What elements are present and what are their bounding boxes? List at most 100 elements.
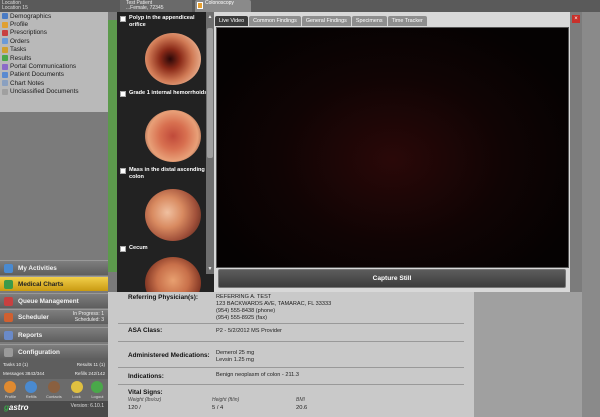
side-panel-tab[interactable] <box>108 20 117 272</box>
profile-button-label: Profile <box>4 394 17 399</box>
messages-value: 3843/344 <box>25 371 45 376</box>
divider <box>118 323 464 324</box>
chart-nav-item-portal[interactable]: Portal Communications <box>0 62 108 70</box>
chart-nav-label: Chart Notes <box>10 79 45 87</box>
nav-label: Reports <box>18 331 43 339</box>
document-icon <box>197 2 203 9</box>
lock-button[interactable]: Lock <box>70 381 83 399</box>
contacts-button-label: Contacts <box>45 394 62 399</box>
results-icon <box>2 55 8 62</box>
scrollbar-thumb[interactable] <box>207 28 213 158</box>
patient-tab[interactable]: Test Patient ...Female, 72345 <box>120 0 192 12</box>
vitals-label: Vital Signs: <box>128 389 163 396</box>
nav-queue-management[interactable]: Queue Management <box>0 293 108 308</box>
endoscopy-image[interactable] <box>145 189 201 241</box>
chart-nav-label: Orders <box>10 37 30 45</box>
profile-button[interactable]: Profile <box>4 381 17 399</box>
endoscopy-image[interactable] <box>145 33 201 85</box>
vitals-header: Weight (lbs/oz) Height (ft/in) BMI <box>118 397 464 404</box>
referring-label: Referring Physician(s): <box>128 294 198 301</box>
nav-configuration[interactable]: Configuration <box>0 344 108 359</box>
chart-nav-item-results[interactable]: Results <box>0 54 108 62</box>
notes-icon <box>2 80 8 87</box>
chart-nav-item-prescriptions[interactable]: Prescriptions <box>0 29 108 37</box>
refills-button[interactable]: Refills <box>25 381 38 399</box>
orders-icon <box>2 38 8 45</box>
image-title: Grade 1 internal hemorrhoids <box>129 90 208 96</box>
results-stat[interactable]: Results 11 (1) <box>77 362 105 367</box>
contacts-icon <box>47 381 60 393</box>
scheduler-counts: In Progress: 1 Scheduled: 3 <box>73 311 104 323</box>
calendar-icon <box>4 313 13 322</box>
tasks-value: 10 (1) <box>16 362 29 367</box>
refills-label: Refills <box>74 371 88 376</box>
chart-nav-item-unclassified[interactable]: Unclassified Documents <box>0 88 108 96</box>
location-area[interactable]: Location Location 15 <box>0 0 108 12</box>
chart-nav-list: Demographics Profile Prescriptions Order… <box>0 12 108 112</box>
chart-nav-label: Demographics <box>10 12 52 20</box>
right-panel-tab[interactable] <box>570 12 582 292</box>
vitals-header-height: Height (ft/in) <box>212 397 240 403</box>
divider <box>118 367 464 368</box>
stats-panel: Tasks 10 (1) Results 11 (1) Messages 384… <box>0 359 108 379</box>
chart-nav-label: Tasks <box>10 46 27 54</box>
gear-icon <box>4 348 13 357</box>
image-checkbox[interactable] <box>120 16 126 22</box>
image-checkbox[interactable] <box>120 168 126 174</box>
version-label: Version: 6.10.1 <box>70 403 104 409</box>
referring-fax: (954) 555-8925 (fax) <box>216 315 267 321</box>
procedure-tab[interactable]: Colonoscopy <box>195 0 251 12</box>
brand-bar: gastro Version: 6.10.1 <box>0 401 108 417</box>
lock-icon <box>70 381 83 393</box>
chart-nav-item-demographics[interactable]: Demographics <box>0 12 108 20</box>
refills-stat[interactable]: Refills 242/142 <box>75 371 105 376</box>
vitals-bmi: 20.6 <box>296 405 308 411</box>
logo-text: astro <box>8 403 29 412</box>
prescriptions-icon <box>2 29 8 36</box>
divider <box>118 341 464 342</box>
tab-general-findings[interactable]: General Findings <box>301 16 351 26</box>
referring-address: 123 BACKWARDS AVE, TAMARAC, FL 33333 <box>216 301 332 307</box>
vitals-header-bmi: BMI <box>296 397 305 403</box>
scheduler-scheduled: Scheduled: 3 <box>74 317 104 323</box>
logout-button-label: Logout <box>91 394 104 399</box>
tab-specimens[interactable]: Specimens <box>351 16 387 26</box>
endoscopy-image[interactable] <box>145 257 201 292</box>
nav-medical-charts[interactable]: Medical Charts <box>0 276 108 291</box>
tab-time-tracker[interactable]: Time Tracker <box>387 16 427 26</box>
indications-value: Benign neoplasm of colon - 211.3 <box>216 372 299 378</box>
chart-nav-item-chart-notes[interactable]: Chart Notes <box>0 79 108 87</box>
chart-nav-item-patient-documents[interactable]: Patient Documents <box>0 71 108 79</box>
live-video-feed[interactable] <box>216 27 569 268</box>
chart-nav-item-orders[interactable]: Orders <box>0 37 108 45</box>
charts-icon <box>4 280 13 289</box>
scroll-down-icon[interactable]: ▼ <box>207 266 213 272</box>
tasks-icon <box>2 46 8 53</box>
contacts-button[interactable]: Contacts <box>46 381 62 399</box>
meds-1: Demerol 25 mg <box>216 350 255 356</box>
chart-nav-item-tasks[interactable]: Tasks <box>0 46 108 54</box>
asa-value: P2 - 5/2/2012 MS Provider <box>216 328 282 334</box>
demographics-icon <box>2 13 8 20</box>
capture-still-button[interactable]: Capture Still <box>218 269 566 288</box>
chart-nav-item-profile[interactable]: Profile <box>0 20 108 28</box>
nav-reports[interactable]: Reports <box>0 327 108 342</box>
nav-my-activities[interactable]: My Activities <box>0 260 108 275</box>
chart-nav-label: Results <box>10 54 32 62</box>
nav-label: Configuration <box>18 348 60 356</box>
chart-nav-label: Patient Documents <box>10 71 64 79</box>
image-checkbox[interactable] <box>120 246 126 252</box>
messages-stat[interactable]: Messages 3843/344 <box>3 371 44 376</box>
tab-common-findings[interactable]: Common Findings <box>249 16 301 26</box>
close-icon[interactable]: × <box>572 15 580 23</box>
nav-scheduler[interactable]: Scheduler In Progress: 1 Scheduled: 3 <box>0 309 108 324</box>
tab-live-video[interactable]: Live Video <box>215 16 249 26</box>
logout-button[interactable]: Logout <box>91 381 104 399</box>
image-checkbox[interactable] <box>120 91 126 97</box>
tasks-stat[interactable]: Tasks 10 (1) <box>3 362 28 367</box>
nav-label: Scheduler <box>18 313 49 321</box>
vitals-weight: 120 / <box>128 405 141 411</box>
endoscopy-image[interactable] <box>145 110 201 162</box>
vitals-row: 120 / 5 / 4 20.6 <box>118 405 464 414</box>
scroll-up-icon[interactable]: ▲ <box>207 14 213 20</box>
